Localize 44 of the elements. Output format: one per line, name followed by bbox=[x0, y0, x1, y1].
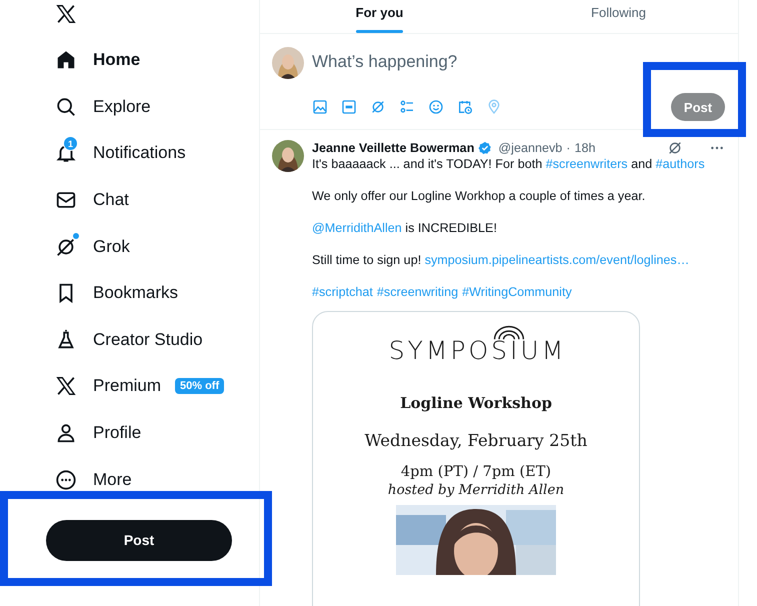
post-text: @MerridithAllen is INCREDIBLE! bbox=[312, 220, 498, 236]
feed-tab[interactable]: For you bbox=[260, 0, 499, 33]
event-title: Logline Workshop bbox=[400, 395, 552, 411]
nav-item[interactable]: Profile bbox=[0, 410, 259, 456]
author-avatar bbox=[272, 140, 304, 172]
list-icon[interactable] bbox=[398, 99, 414, 115]
calendar-clock-icon[interactable] bbox=[456, 99, 472, 115]
location-pin-icon[interactable] bbox=[486, 99, 502, 115]
event-date: Wednesday, February 25th bbox=[364, 433, 588, 449]
event-host: hosted by Merridith Allen bbox=[388, 482, 564, 498]
more-icon bbox=[55, 468, 77, 491]
symposium-logo: SYMPOSIUM bbox=[386, 336, 566, 366]
nav-item[interactable]: Creator Studio bbox=[0, 316, 259, 364]
slashed-circle-icon[interactable] bbox=[370, 99, 386, 115]
author-handle[interactable]: @jeannevb bbox=[498, 140, 562, 156]
separator-dot: · bbox=[566, 140, 570, 156]
post-button[interactable]: Post bbox=[46, 520, 232, 561]
x-logo-icon[interactable] bbox=[55, 3, 77, 25]
nav-item[interactable]: Home bbox=[0, 37, 259, 84]
feed-tab[interactable]: Following bbox=[499, 0, 738, 33]
notification-badge: 1 bbox=[63, 136, 78, 152]
user-avatar bbox=[272, 47, 304, 79]
nav-item[interactable]: 1 Notifications bbox=[0, 130, 259, 177]
post-text: It's baaaaack ... and it's TODAY! For both #screenwriters and #authors bbox=[312, 156, 706, 172]
flask-icon bbox=[55, 328, 77, 351]
nav-item[interactable]: Grok bbox=[0, 223, 259, 270]
post-text: We only offer our Logline Workhop a couple of times a year. bbox=[312, 188, 646, 204]
post-text: Still time to sign up! symposium.pipelineartists.com/event/loglines… bbox=[312, 252, 690, 268]
image-icon[interactable] bbox=[312, 99, 328, 115]
nav-item[interactable]: Explore bbox=[0, 84, 259, 130]
author-name[interactable]: Jeanne Veillette Bowerman bbox=[312, 140, 474, 156]
nav-item[interactable]: Premium 50% off bbox=[0, 363, 259, 410]
smiley-icon[interactable] bbox=[428, 99, 444, 115]
x-logo-icon bbox=[55, 375, 77, 398]
discount-tag: 50% off bbox=[175, 378, 224, 394]
person-icon bbox=[55, 422, 77, 444]
nav-item[interactable]: Bookmarks bbox=[0, 270, 259, 317]
post-time[interactable]: 18h bbox=[574, 140, 596, 156]
slashed-circle-icon[interactable] bbox=[667, 140, 683, 156]
event-time: 4pm (PT) / 7pm (ET) bbox=[400, 464, 552, 480]
search-icon bbox=[55, 96, 77, 118]
home-icon bbox=[55, 49, 77, 72]
nav-item[interactable]: Chat bbox=[0, 176, 259, 224]
nav-item[interactable]: More bbox=[0, 456, 259, 503]
